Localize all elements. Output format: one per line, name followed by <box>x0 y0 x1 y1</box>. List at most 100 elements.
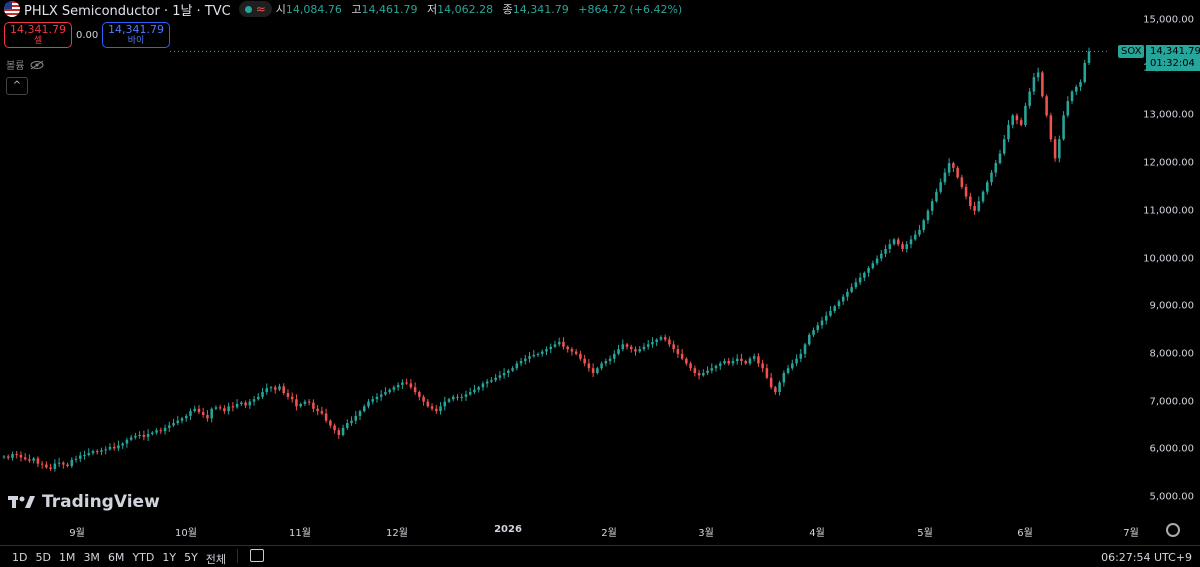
candle-body <box>693 368 697 373</box>
candle <box>74 455 78 463</box>
candle <box>1011 113 1014 129</box>
candle <box>290 392 294 403</box>
candle-body <box>443 401 447 407</box>
change-value: +864.72 (+6.42%) <box>578 3 683 16</box>
candle <box>477 385 480 393</box>
candle <box>95 449 99 455</box>
candle <box>502 368 506 379</box>
candle-body <box>379 394 383 397</box>
sell-button[interactable]: 14,341.79 셀 <box>4 22 72 48</box>
candle-body <box>668 339 671 345</box>
range-button[interactable]: 6M <box>104 551 129 567</box>
candle <box>858 272 862 286</box>
candle-body <box>778 382 781 393</box>
range-button[interactable]: YTD <box>128 551 158 567</box>
candle-body <box>973 206 976 211</box>
candle-body <box>460 396 464 398</box>
candle <box>451 394 455 402</box>
sell-label: 셀 <box>33 36 43 46</box>
market-status[interactable]: ≈ <box>238 1 272 17</box>
candle <box>591 363 595 378</box>
candle-body <box>714 365 718 369</box>
candle-body <box>422 396 425 402</box>
candle-body <box>23 457 27 460</box>
candle <box>138 431 141 439</box>
range-button[interactable]: 5Y <box>180 551 202 567</box>
candle-body <box>710 368 714 371</box>
tradingview-logo[interactable]: TradingView <box>8 492 160 512</box>
gear-icon[interactable] <box>1166 523 1180 537</box>
candle-body <box>956 167 959 178</box>
candle <box>401 379 404 390</box>
range-button[interactable]: 전체 <box>202 551 230 567</box>
candle <box>447 397 451 404</box>
eye-hidden-icon[interactable] <box>30 60 44 70</box>
candle <box>1007 120 1010 143</box>
candle-body <box>1011 115 1014 125</box>
candle-body <box>1002 139 1006 154</box>
range-button[interactable]: 1Y <box>158 551 180 567</box>
candle <box>710 363 714 374</box>
clock[interactable]: 06:27:54 UTC+9 <box>1101 551 1192 564</box>
candle-body <box>485 381 489 384</box>
candle-body <box>193 408 196 412</box>
symbol-title[interactable]: PHLX Semiconductor · 1날 · TVC <box>24 0 231 19</box>
range-button[interactable]: 1M <box>55 551 80 567</box>
candle <box>456 394 459 401</box>
volume-indicator[interactable]: 볼륨 <box>6 57 44 72</box>
candle <box>333 423 336 434</box>
candle <box>223 405 226 414</box>
candle-body <box>1015 115 1019 121</box>
candle <box>791 359 794 371</box>
candle <box>515 360 519 371</box>
candle-body <box>939 182 942 192</box>
buy-button[interactable]: 14,341.79 바이 <box>102 22 170 48</box>
candle-body <box>566 346 569 350</box>
candle <box>405 378 408 385</box>
candle-body <box>477 387 480 390</box>
candle <box>795 354 798 367</box>
candle-body <box>799 353 803 359</box>
candle <box>79 451 82 463</box>
candle-body <box>227 406 230 412</box>
candle-body <box>494 377 497 381</box>
candle-body <box>74 458 78 460</box>
candle <box>646 340 650 350</box>
candle-body <box>524 358 527 362</box>
candle-body <box>329 420 332 426</box>
candle <box>723 358 726 365</box>
candle <box>680 349 684 361</box>
toolbar-divider <box>237 549 238 563</box>
candle <box>248 399 252 409</box>
candle <box>1053 136 1057 162</box>
candle <box>956 165 959 179</box>
candle-body <box>960 177 964 187</box>
candle-body <box>1041 72 1044 97</box>
range-button[interactable]: 1D <box>8 551 31 567</box>
candle-body <box>913 234 917 240</box>
candle-body <box>1058 139 1061 159</box>
candle <box>163 424 167 435</box>
candle <box>197 405 201 415</box>
last-price: 14,341.79 <box>1150 46 1200 57</box>
time-tick: 11월 <box>289 528 311 539</box>
range-button[interactable]: 5D <box>31 551 54 567</box>
candle <box>485 378 489 388</box>
candle <box>473 384 476 395</box>
goto-date-icon[interactable] <box>250 549 264 562</box>
collapse-indicators-button[interactable]: ^ <box>6 77 28 95</box>
candle <box>587 359 591 372</box>
candle-body <box>333 425 336 431</box>
candle-body <box>1007 124 1010 140</box>
candle-body <box>91 451 95 454</box>
candle-body <box>79 455 82 459</box>
candle-body <box>282 386 285 394</box>
candle-body <box>969 196 972 207</box>
candle-body <box>824 315 828 321</box>
candlestick-chart[interactable] <box>0 0 1110 520</box>
candle-body <box>392 387 396 390</box>
candle-body <box>1083 62 1087 83</box>
candle <box>981 190 985 204</box>
candle-body <box>888 244 892 249</box>
range-button[interactable]: 3M <box>79 551 104 567</box>
